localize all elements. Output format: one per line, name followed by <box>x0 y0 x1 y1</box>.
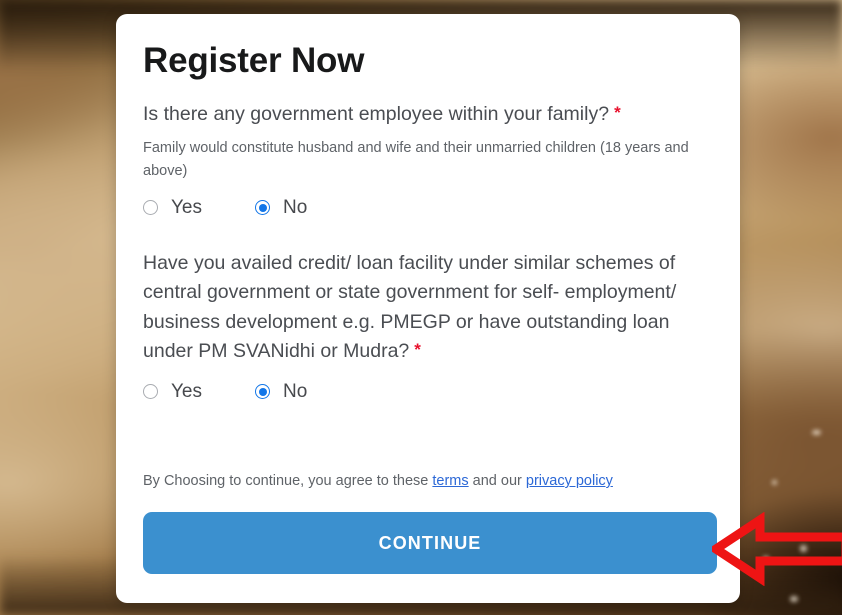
agreement-middle: and our <box>468 473 526 489</box>
question-text: Is there any government employee within … <box>143 103 610 125</box>
radio-option-gov-no[interactable]: No <box>255 197 307 219</box>
radio-checked-icon[interactable] <box>255 200 270 215</box>
screenshot-stage: Register Now Is there any government emp… <box>0 0 842 615</box>
radio-unchecked-icon[interactable] <box>143 200 158 215</box>
radio-option-loan-no[interactable]: No <box>255 381 307 403</box>
radio-checked-icon[interactable] <box>255 384 270 399</box>
radio-label-loan-yes: Yes <box>171 380 202 402</box>
background-highlight-speck <box>812 430 821 435</box>
agreement-prefix: By Choosing to continue, you agree to th… <box>143 473 433 489</box>
question-government-employee: Is there any government employee within … <box>143 100 710 130</box>
background-highlight-speck <box>790 596 798 602</box>
page-title: Register Now <box>143 41 365 80</box>
radio-label-gov-yes: Yes <box>171 196 202 218</box>
required-asterisk-icon: * <box>614 103 621 122</box>
register-card: Register Now Is there any government emp… <box>116 14 740 603</box>
radio-unchecked-icon[interactable] <box>143 384 158 399</box>
background-highlight-speck <box>800 545 807 552</box>
radio-group-government-employee: Yes No <box>143 197 710 219</box>
privacy-policy-link[interactable]: privacy policy <box>526 473 613 489</box>
terms-link[interactable]: terms <box>432 473 468 489</box>
required-asterisk-icon: * <box>414 340 421 359</box>
radio-label-loan-no: No <box>283 380 308 402</box>
agreement-text: By Choosing to continue, you agree to th… <box>143 470 613 492</box>
radio-label-gov-no: No <box>283 196 308 218</box>
radio-option-loan-yes[interactable]: Yes <box>143 381 255 403</box>
background-highlight-speck <box>763 556 769 562</box>
continue-button[interactable]: CONTINUE <box>143 512 717 574</box>
question-existing-loan: Have you availed credit/ loan facility u… <box>143 249 710 367</box>
background-highlight-speck <box>772 480 777 485</box>
radio-group-existing-loan: Yes No <box>143 381 710 403</box>
radio-option-gov-yes[interactable]: Yes <box>143 197 255 219</box>
question-text: Have you availed credit/ loan facility u… <box>143 251 677 363</box>
question-helper-text: Family would constitute husband and wife… <box>143 139 689 179</box>
